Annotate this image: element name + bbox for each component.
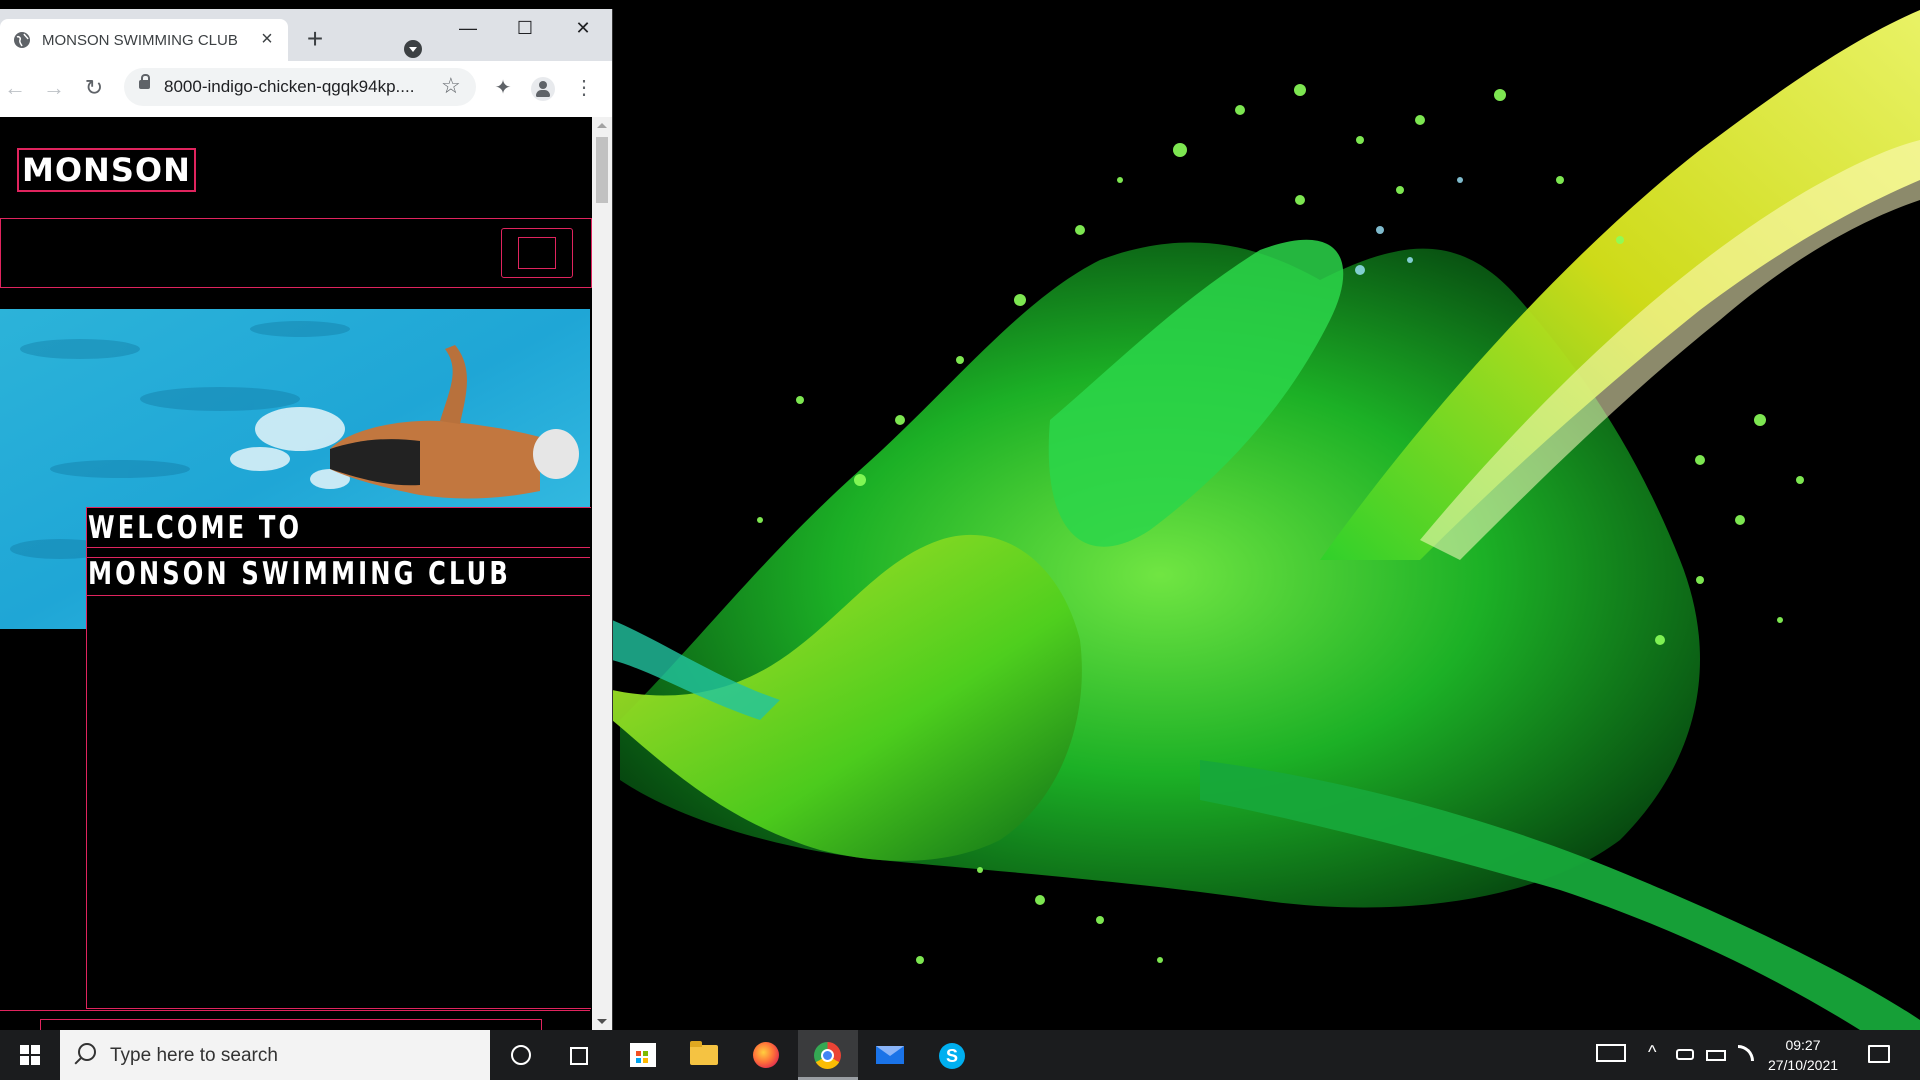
site-navbar — [0, 218, 592, 288]
close-window-button[interactable]: ✕ — [563, 17, 603, 41]
bookmark-star-icon[interactable]: ☆ — [441, 73, 461, 99]
next-section-box — [0, 1010, 590, 1030]
welcome-heading-line2: MONSON SWIMMING CLUB — [88, 556, 511, 592]
start-button[interactable] — [0, 1030, 60, 1080]
site-logo[interactable]: MONSON — [17, 148, 196, 192]
taskbar-search-box[interactable]: Type here to search — [60, 1030, 490, 1080]
windows-logo-icon — [20, 1045, 29, 1054]
tab-strip: MONSON SWIMMING CLUB × + — ☐ ✕ — [0, 9, 612, 61]
forward-button[interactable]: → — [41, 75, 67, 101]
new-tab-button[interactable]: + — [303, 25, 327, 53]
next-section-inner — [40, 1019, 542, 1030]
url-text[interactable]: 8000-indigo-chicken-qgqk94kp.... — [164, 77, 414, 97]
battery-icon[interactable] — [1706, 1050, 1726, 1061]
profile-avatar[interactable] — [531, 77, 555, 101]
cortana-icon — [511, 1045, 531, 1065]
welcome-heading-line1: WELCOME TO — [88, 510, 303, 546]
search-placeholder[interactable]: Type here to search — [110, 1045, 278, 1067]
task-view-button[interactable] — [550, 1030, 610, 1080]
address-bar[interactable]: 8000-indigo-chicken-qgqk94kp.... ☆ — [124, 68, 476, 106]
page-scrollbar[interactable] — [592, 117, 612, 1030]
divider-line — [86, 547, 590, 548]
chevron-up-icon[interactable]: ^ — [1648, 1042, 1656, 1063]
firefox-icon — [753, 1042, 779, 1068]
reload-button[interactable]: ↻ — [81, 75, 107, 101]
maximize-button[interactable]: ☐ — [505, 17, 545, 41]
browser-menu-icon[interactable]: ⋮ — [572, 76, 596, 100]
network-drive-icon[interactable] — [1676, 1049, 1694, 1060]
skype-icon: S — [939, 1043, 965, 1069]
file-explorer-app[interactable] — [674, 1030, 734, 1080]
menu-toggle-button[interactable] — [501, 228, 573, 278]
notification-icon[interactable] — [1868, 1045, 1890, 1063]
wifi-icon[interactable] — [1738, 1045, 1754, 1061]
task-view-icon — [570, 1047, 588, 1065]
store-icon — [630, 1043, 656, 1067]
extensions-puzzle-icon[interactable]: ✦ — [491, 76, 515, 100]
menu-toggle-icon — [518, 237, 556, 269]
cortana-button[interactable] — [490, 1030, 550, 1080]
globe-icon — [14, 32, 30, 48]
scroll-up-arrow-icon[interactable] — [597, 123, 607, 128]
minimize-button[interactable]: — — [448, 17, 488, 41]
page-viewport: MONSON WELCOME TO MONSON SWIMMING CLUB — [0, 117, 592, 1030]
mail-app[interactable] — [860, 1030, 920, 1080]
lock-icon[interactable] — [139, 74, 150, 89]
close-tab-icon[interactable]: × — [256, 28, 278, 50]
tab-search-icon[interactable] — [404, 40, 422, 58]
browser-window: MONSON SWIMMING CLUB × + — ☐ ✕ ← → ↻ 800… — [0, 9, 613, 1030]
clock-time: 09:27 — [1785, 1037, 1821, 1053]
chrome-app[interactable] — [798, 1030, 858, 1080]
search-icon — [78, 1043, 96, 1061]
windows-taskbar: Type here to search S ^ 09:27 27/10/2021 — [0, 1030, 1920, 1080]
tab-title: MONSON SWIMMING CLUB — [42, 32, 238, 49]
clock-date: 27/10/2021 — [1767, 1057, 1839, 1073]
scroll-down-arrow-icon[interactable] — [597, 1019, 607, 1024]
browser-toolbar: ← → ↻ 8000-indigo-chicken-qgqk94kp.... ☆… — [0, 61, 612, 118]
back-button[interactable]: ← — [2, 75, 28, 101]
mail-icon — [876, 1046, 904, 1064]
divider-line — [86, 595, 590, 596]
scroll-thumb[interactable] — [596, 137, 608, 203]
chrome-icon — [814, 1042, 841, 1069]
keyboard-icon[interactable] — [1596, 1044, 1626, 1062]
skype-app[interactable]: S — [922, 1030, 982, 1080]
firefox-app[interactable] — [736, 1030, 796, 1080]
file-explorer-icon — [690, 1041, 718, 1065]
store-app[interactable] — [612, 1030, 672, 1080]
browser-tab[interactable]: MONSON SWIMMING CLUB × — [0, 19, 288, 61]
system-clock[interactable]: 09:27 27/10/2021 — [1760, 1035, 1846, 1075]
